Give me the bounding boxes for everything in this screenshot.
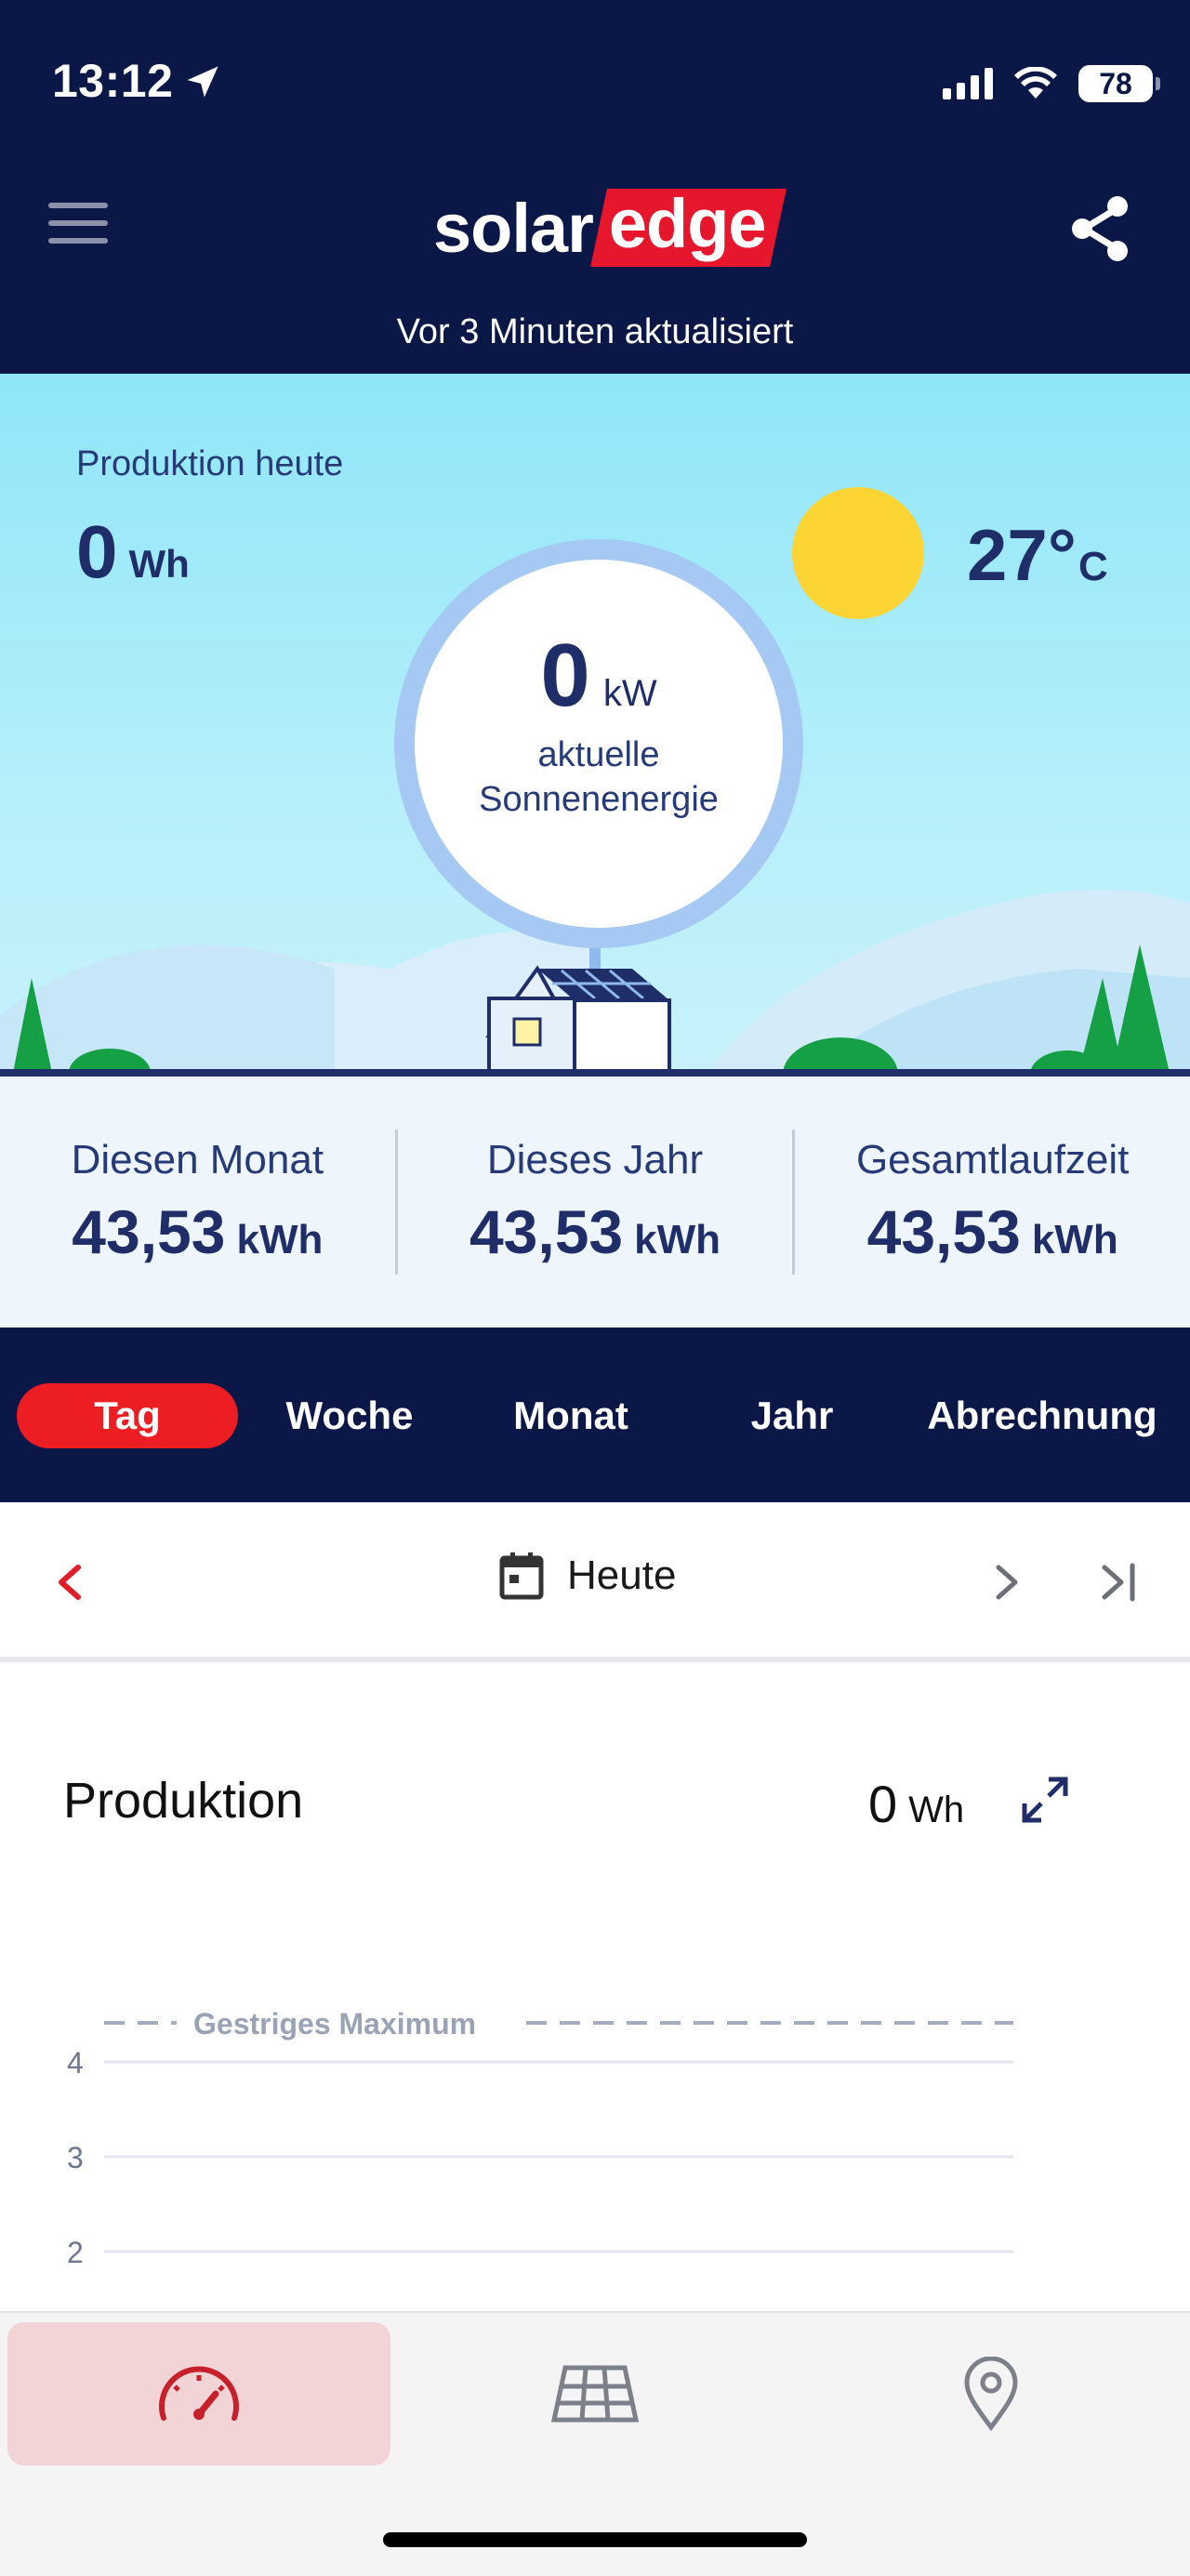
- current-power-value: 0: [540, 626, 590, 725]
- nav-location[interactable]: [800, 2322, 1183, 2465]
- sun-icon: [792, 487, 924, 619]
- y-tick-label: 3: [67, 2141, 84, 2174]
- production-title: Produktion: [63, 1773, 304, 1829]
- status-right: 78: [943, 58, 1160, 110]
- tab-year[interactable]: Jahr: [699, 1383, 885, 1448]
- jump-to-latest-icon[interactable]: [1091, 1554, 1147, 1610]
- temperature: 27° C: [967, 514, 1108, 596]
- battery-indicator: 78: [1078, 65, 1160, 102]
- previous-day-chevron-icon[interactable]: [43, 1554, 99, 1610]
- app-header: 13:12 78 solar edge Vor 3 Minuten aktual…: [0, 0, 1190, 374]
- y-tick-label: 2: [67, 2236, 84, 2269]
- battery-level: 78: [1099, 66, 1132, 100]
- last-updated-text: Vor 3 Minuten aktualisiert: [396, 312, 794, 351]
- solar-panel-icon: [550, 2365, 640, 2423]
- status-time: 13:12: [52, 55, 174, 107]
- production-chart: Gestriges Maximum 4 3 2: [67, 2007, 1013, 2269]
- date-label: Heute: [567, 1552, 677, 1598]
- production-today-value: 0 Wh: [76, 510, 190, 593]
- date-picker[interactable]: Heute: [498, 1551, 676, 1601]
- location-arrow-icon: [187, 66, 218, 98]
- share-icon[interactable]: [1067, 193, 1134, 264]
- production-today-label: Produktion heute: [76, 444, 344, 483]
- stat-year: Dieses Jahr 43,53 kWh: [469, 1137, 721, 1266]
- gauge-icon: [159, 2366, 239, 2421]
- tab-week[interactable]: Woche: [257, 1383, 443, 1448]
- nav-layout[interactable]: [403, 2322, 787, 2465]
- current-power-label: aktuelle Sonnenenergie: [479, 735, 719, 819]
- cellular-signal-icon: [943, 68, 993, 99]
- stat-month: Diesen Monat 43,53 kWh: [71, 1137, 324, 1266]
- tab-billing[interactable]: Abrechnung: [907, 1383, 1177, 1448]
- home-indicator: [383, 2532, 807, 2547]
- solaredge-logo: solar edge: [433, 185, 787, 270]
- production-value: 0 Wh: [868, 1775, 965, 1833]
- tab-month[interactable]: Monat: [478, 1383, 664, 1448]
- current-power-circle: 0 kW aktuelle Sonnenenergie: [415, 560, 783, 928]
- hero-panel: Produktion heute 0 Wh 27° C 0 kW aktuell…: [0, 374, 1190, 1077]
- stat-lifetime: Gesamtlaufzeit 43,53 kWh: [855, 1137, 1130, 1266]
- calendar-icon: [499, 1552, 544, 1600]
- nav-dashboard[interactable]: [7, 2322, 390, 2465]
- energy-stats: Diesen Monat 43,53 kWh Dieses Jahr 43,53 k…: [0, 1077, 1190, 1328]
- wifi-icon: [1014, 67, 1057, 99]
- reference-line-label: Gestriges Maximum: [193, 2007, 476, 2041]
- period-tabs: Tag Woche Monat Jahr Abrechnung: [0, 1328, 1190, 1502]
- y-tick-label: 4: [67, 2046, 84, 2080]
- tab-day[interactable]: Tag: [17, 1383, 238, 1448]
- hamburger-menu-icon[interactable]: [48, 203, 108, 247]
- current-power-unit: kW: [602, 673, 657, 714]
- next-day-chevron-icon[interactable]: [978, 1554, 1034, 1610]
- date-navigator: Heute: [0, 1502, 1190, 1662]
- expand-icon[interactable]: [1019, 1774, 1071, 1826]
- location-pin-icon: [964, 2357, 1018, 2431]
